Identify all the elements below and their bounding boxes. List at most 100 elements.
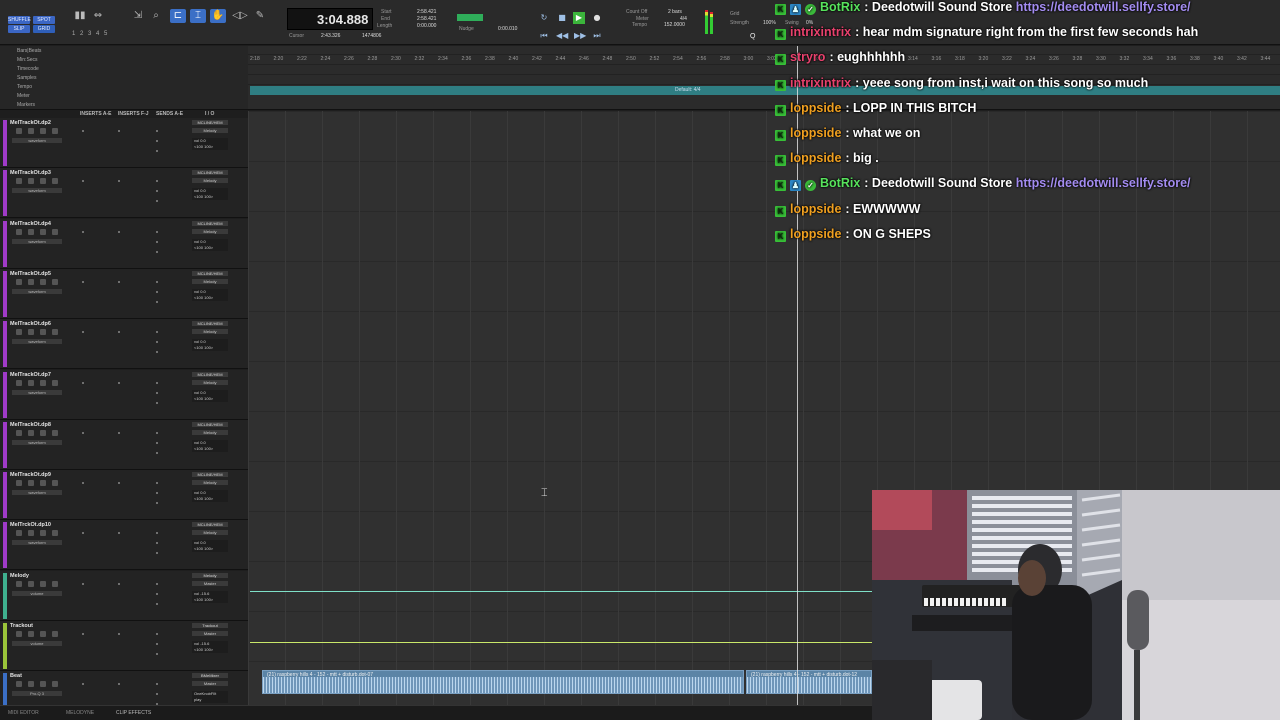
- track-header[interactable]: MelTrckOt.dp10 waveform MCLINE/HEM Melody vo…: [0, 520, 248, 571]
- track-pan[interactable]: <100 100>: [194, 194, 228, 200]
- ruler-label-samples[interactable]: Samples: [17, 75, 36, 81]
- send-slot[interactable]: [156, 683, 158, 686]
- track-volume-pan[interactable]: OneKnobFilt play: [192, 691, 228, 704]
- track-header[interactable]: Trackout volume Trackout Master vol -15.6 <10…: [0, 621, 248, 671]
- loop-icon[interactable]: ↻: [538, 12, 550, 24]
- track-output-selector[interactable]: Melody: [192, 178, 228, 184]
- stop-icon[interactable]: ■: [556, 12, 568, 24]
- insert-slot[interactable]: [118, 180, 120, 183]
- track-pan[interactable]: play: [194, 697, 228, 703]
- chat-username[interactable]: loppside: [790, 202, 841, 216]
- ruler-label-bars[interactable]: Bars|Beats: [17, 48, 41, 54]
- track-name[interactable]: Melody: [10, 573, 29, 579]
- track-input-selector[interactable]: MCLINE/HEM: [192, 522, 228, 528]
- ruler-label-meter[interactable]: Meter: [17, 93, 30, 99]
- track-pan[interactable]: <100 100>: [194, 496, 228, 502]
- track-name[interactable]: MelTrackOt.dp5: [10, 271, 51, 277]
- track-pan[interactable]: <100 100>: [194, 446, 228, 452]
- insert-slot[interactable]: [82, 331, 84, 334]
- track-input-selector[interactable]: Trackout: [192, 623, 228, 628]
- solo-button[interactable]: [40, 631, 46, 637]
- track-header[interactable]: MelTrackOt.dp7 waveform MCLINE/HEM Melody vo…: [0, 369, 248, 420]
- insert-slot[interactable]: [118, 633, 120, 635]
- chat-username[interactable]: loppside: [790, 126, 841, 140]
- quantize-icon[interactable]: Q: [750, 33, 755, 40]
- track-output-selector[interactable]: Melody: [192, 329, 228, 335]
- track-name[interactable]: MelTrackOt.dp6: [10, 321, 51, 327]
- input-monitor-button[interactable]: [28, 681, 34, 688]
- track-volume-pan[interactable]: vol -15.6 <100 100>: [192, 641, 228, 653]
- send-slot[interactable]: [156, 592, 158, 595]
- solo-button[interactable]: [40, 278, 46, 285]
- chat-username[interactable]: BotRix: [820, 176, 860, 190]
- grid-mode-button[interactable]: GRID: [33, 25, 55, 33]
- track-volume-pan[interactable]: vol 0.0 <100 100>: [192, 138, 228, 150]
- zoom-out-icon[interactable]: ⇲: [130, 9, 146, 23]
- chat-username[interactable]: intrixintrix: [790, 25, 851, 39]
- insert-slot[interactable]: [118, 331, 120, 334]
- track-output-selector[interactable]: Melody: [192, 228, 228, 234]
- tempo-marker[interactable]: Default: 4/4: [675, 87, 701, 93]
- mute-button[interactable]: [52, 329, 58, 336]
- track-input-selector[interactable]: MCLINE/HEM: [192, 472, 228, 478]
- chat-username[interactable]: loppside: [790, 227, 841, 241]
- track-view-selector[interactable]: waveform: [12, 188, 62, 194]
- send-slot[interactable]: [156, 552, 158, 555]
- slip-mode-button[interactable]: SLIP: [8, 25, 30, 33]
- solo-button[interactable]: [40, 178, 46, 185]
- mute-button[interactable]: [52, 379, 58, 386]
- track-pan[interactable]: <100 100>: [194, 295, 228, 301]
- send-slot[interactable]: [156, 300, 158, 303]
- send-slot[interactable]: [156, 230, 158, 233]
- mute-button[interactable]: [52, 178, 58, 185]
- send-slot[interactable]: [156, 602, 158, 605]
- insert-slot[interactable]: [118, 381, 120, 384]
- mute-button[interactable]: [52, 681, 58, 688]
- solo-button[interactable]: [40, 429, 46, 436]
- timecode-ruler[interactable]: [248, 66, 1280, 75]
- send-slot[interactable]: [156, 502, 158, 505]
- nudge-value[interactable]: 0:00.010: [498, 26, 517, 32]
- record-enable-button[interactable]: [16, 329, 22, 336]
- track-volume-pan[interactable]: vol 0.0 <100 100>: [192, 439, 228, 452]
- insert-slot[interactable]: [82, 280, 84, 283]
- tab-melodyne[interactable]: MELODYNE: [66, 710, 94, 716]
- track-input-selector[interactable]: MCLINE/HEM: [192, 120, 228, 125]
- track-pan[interactable]: <100 100>: [194, 396, 228, 402]
- zoom-preset-1[interactable]: 1: [72, 31, 75, 37]
- track-volume-pan[interactable]: vol -15.6 <100 100>: [192, 590, 228, 603]
- mute-button[interactable]: [52, 429, 58, 436]
- track-input-selector[interactable]: MCLINE/HEM: [192, 321, 228, 327]
- track-view-selector[interactable]: waveform: [12, 439, 62, 445]
- send-slot[interactable]: [156, 582, 158, 585]
- insert-slot[interactable]: [82, 130, 84, 132]
- input-monitor-button[interactable]: [28, 530, 34, 537]
- insert-slot[interactable]: [82, 482, 84, 485]
- trackout-volume-automation[interactable]: [250, 642, 872, 643]
- bars-label[interactable]: 2 bars: [668, 9, 682, 15]
- track-pan[interactable]: <100 100>: [194, 647, 228, 653]
- send-slot[interactable]: [156, 492, 158, 495]
- track-pan[interactable]: <100 100>: [194, 345, 228, 351]
- chat-username[interactable]: stryro: [790, 50, 825, 64]
- start-value[interactable]: 2:58.421: [417, 9, 436, 15]
- track-output-selector[interactable]: Melody: [192, 128, 228, 133]
- track-input-selector[interactable]: MCLINE/HEM: [192, 220, 228, 226]
- track-name[interactable]: MelTrackOt.dp9: [10, 472, 51, 478]
- track-volume-pan[interactable]: vol 0.0 <100 100>: [192, 188, 228, 201]
- insert-slot[interactable]: [82, 582, 84, 585]
- track-input-selector[interactable]: MCLINE/HEM: [192, 371, 228, 377]
- track-input-selector[interactable]: MCLINE/HEM: [192, 421, 228, 427]
- zoom-preset-5[interactable]: 5: [104, 31, 107, 37]
- send-slot[interactable]: [156, 532, 158, 535]
- solo-button[interactable]: [40, 379, 46, 386]
- track-view-selector[interactable]: waveform: [12, 288, 62, 294]
- mute-button[interactable]: [52, 228, 58, 235]
- solo-button[interactable]: [40, 681, 46, 688]
- strength-value[interactable]: 100%: [763, 20, 776, 26]
- track-volume-pan[interactable]: vol 0.0 <100 100>: [192, 339, 228, 352]
- insert-slot[interactable]: [118, 582, 120, 585]
- melody-volume-automation[interactable]: [250, 591, 872, 592]
- scrubber-tool-icon[interactable]: ◁▷: [232, 9, 248, 23]
- end-value[interactable]: 2:58.421: [417, 16, 436, 22]
